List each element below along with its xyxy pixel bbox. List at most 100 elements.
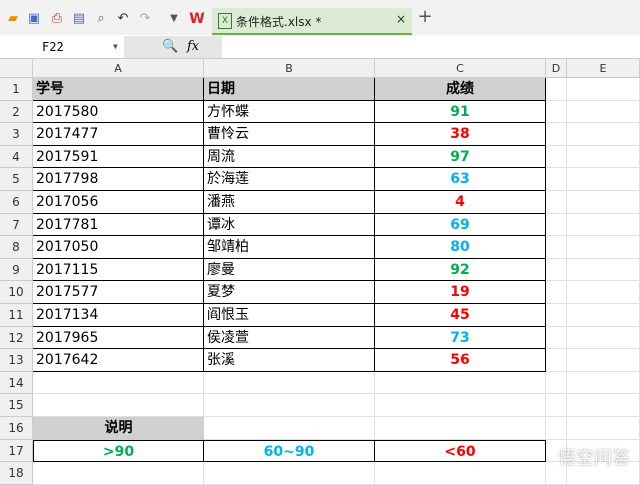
row-header-16[interactable]: 16: [0, 417, 33, 440]
name-cell[interactable]: 方怀蝶: [204, 100, 375, 124]
grid-cell[interactable]: [546, 417, 567, 440]
legend-item[interactable]: >90: [33, 439, 204, 463]
grid-cell[interactable]: [33, 394, 204, 417]
row-header-6[interactable]: 6: [0, 191, 33, 214]
score-cell[interactable]: 4: [375, 191, 546, 214]
grid-cell[interactable]: [567, 326, 640, 350]
score-cell[interactable]: 91: [375, 100, 546, 124]
save-icon[interactable]: ▣: [25, 11, 43, 27]
print-icon[interactable]: ▤: [70, 11, 88, 27]
grid-cell[interactable]: [204, 394, 375, 417]
legend-item[interactable]: 60~90: [204, 439, 375, 463]
grid-cell[interactable]: [204, 371, 375, 395]
student-id-cell[interactable]: 2017798: [33, 168, 204, 191]
score-cell[interactable]: 80: [375, 236, 546, 259]
score-cell[interactable]: 38: [375, 123, 546, 146]
grid-cell[interactable]: [567, 78, 640, 101]
grid-cell[interactable]: [33, 371, 204, 395]
row-header-14[interactable]: 14: [0, 371, 33, 395]
grid-cell[interactable]: [567, 258, 640, 282]
grid-cell[interactable]: [546, 258, 567, 282]
dropdown-icon[interactable]: ▼: [165, 11, 183, 27]
row-header-7[interactable]: 7: [0, 213, 33, 237]
score-cell[interactable]: 69: [375, 213, 546, 237]
grid-cell[interactable]: [204, 417, 375, 440]
row-header-8[interactable]: 8: [0, 236, 33, 259]
column-header-E[interactable]: E: [567, 59, 640, 78]
grid-cell[interactable]: [567, 123, 640, 146]
grid-cell[interactable]: [567, 100, 640, 124]
grid-cell[interactable]: [546, 145, 567, 169]
name-cell[interactable]: 夏梦: [204, 281, 375, 304]
student-id-cell[interactable]: 2017477: [33, 123, 204, 146]
student-id-cell[interactable]: 2017115: [33, 258, 204, 282]
name-cell[interactable]: 潘燕: [204, 191, 375, 214]
header-cell[interactable]: 成绩: [375, 78, 546, 101]
new-tab-button[interactable]: +: [416, 8, 434, 26]
name-box[interactable]: F22 ▼: [0, 36, 123, 58]
name-cell[interactable]: 阎恨玉: [204, 304, 375, 327]
name-cell[interactable]: 於海莲: [204, 168, 375, 191]
name-cell[interactable]: 周流: [204, 145, 375, 169]
grid-cell[interactable]: [567, 168, 640, 191]
row-header-5[interactable]: 5: [0, 168, 33, 191]
header-cell[interactable]: 学号: [33, 78, 204, 101]
student-id-cell[interactable]: 2017591: [33, 145, 204, 169]
row-header-17[interactable]: 17: [0, 439, 33, 463]
name-cell[interactable]: 曹怜云: [204, 123, 375, 146]
select-all-corner[interactable]: [0, 59, 33, 78]
name-cell[interactable]: 张溪: [204, 349, 375, 372]
grid-cell[interactable]: [546, 281, 567, 304]
grid-cell[interactable]: [567, 145, 640, 169]
row-header-11[interactable]: 11: [0, 304, 33, 327]
grid-cell[interactable]: [546, 123, 567, 146]
row-header-4[interactable]: 4: [0, 145, 33, 169]
grid-cell[interactable]: [567, 281, 640, 304]
grid-cell[interactable]: [375, 371, 546, 395]
grid-cell[interactable]: [375, 462, 546, 485]
grid-cell[interactable]: [546, 168, 567, 191]
row-header-10[interactable]: 10: [0, 281, 33, 304]
row-header-12[interactable]: 12: [0, 326, 33, 350]
score-cell[interactable]: 19: [375, 281, 546, 304]
header-cell[interactable]: 日期: [204, 78, 375, 101]
student-id-cell[interactable]: 2017577: [33, 281, 204, 304]
score-cell[interactable]: 45: [375, 304, 546, 327]
row-header-1[interactable]: 1: [0, 78, 33, 101]
grid-cell[interactable]: [375, 394, 546, 417]
grid-cell[interactable]: [204, 462, 375, 485]
grid-cell[interactable]: [546, 100, 567, 124]
score-cell[interactable]: 97: [375, 145, 546, 169]
name-cell[interactable]: 邹靖柏: [204, 236, 375, 259]
student-id-cell[interactable]: 2017642: [33, 349, 204, 372]
tab-file[interactable]: X 条件格式.xlsx * ×: [212, 8, 412, 35]
grid-cell[interactable]: [567, 417, 640, 440]
row-header-3[interactable]: 3: [0, 123, 33, 146]
row-header-9[interactable]: 9: [0, 258, 33, 282]
row-header-13[interactable]: 13: [0, 349, 33, 372]
grid-cell[interactable]: [546, 394, 567, 417]
grid-cell[interactable]: [33, 462, 204, 485]
name-cell[interactable]: 侯凌萱: [204, 326, 375, 350]
grid-cell[interactable]: [546, 236, 567, 259]
export-pdf-icon[interactable]: ⎙: [48, 11, 66, 27]
grid-cell[interactable]: [546, 213, 567, 237]
print-preview-icon[interactable]: ⌕: [92, 11, 110, 27]
grid-cell[interactable]: [567, 349, 640, 372]
student-id-cell[interactable]: 2017965: [33, 326, 204, 350]
zoom-formula-icon[interactable]: 🔍: [162, 36, 178, 58]
student-id-cell[interactable]: 2017580: [33, 100, 204, 124]
grid-cell[interactable]: [546, 326, 567, 350]
close-tab-icon[interactable]: ×: [396, 12, 406, 26]
score-cell[interactable]: 73: [375, 326, 546, 350]
legend-item[interactable]: <60: [375, 439, 546, 463]
student-id-cell[interactable]: 2017056: [33, 191, 204, 214]
grid-cell[interactable]: [567, 191, 640, 214]
grid-cell[interactable]: [546, 371, 567, 395]
score-cell[interactable]: 92: [375, 258, 546, 282]
student-id-cell[interactable]: 2017781: [33, 213, 204, 237]
grid-cell[interactable]: [567, 236, 640, 259]
chevron-down-icon[interactable]: ▼: [113, 36, 118, 58]
student-id-cell[interactable]: 2017050: [33, 236, 204, 259]
wps-logo[interactable]: W: [188, 11, 206, 27]
